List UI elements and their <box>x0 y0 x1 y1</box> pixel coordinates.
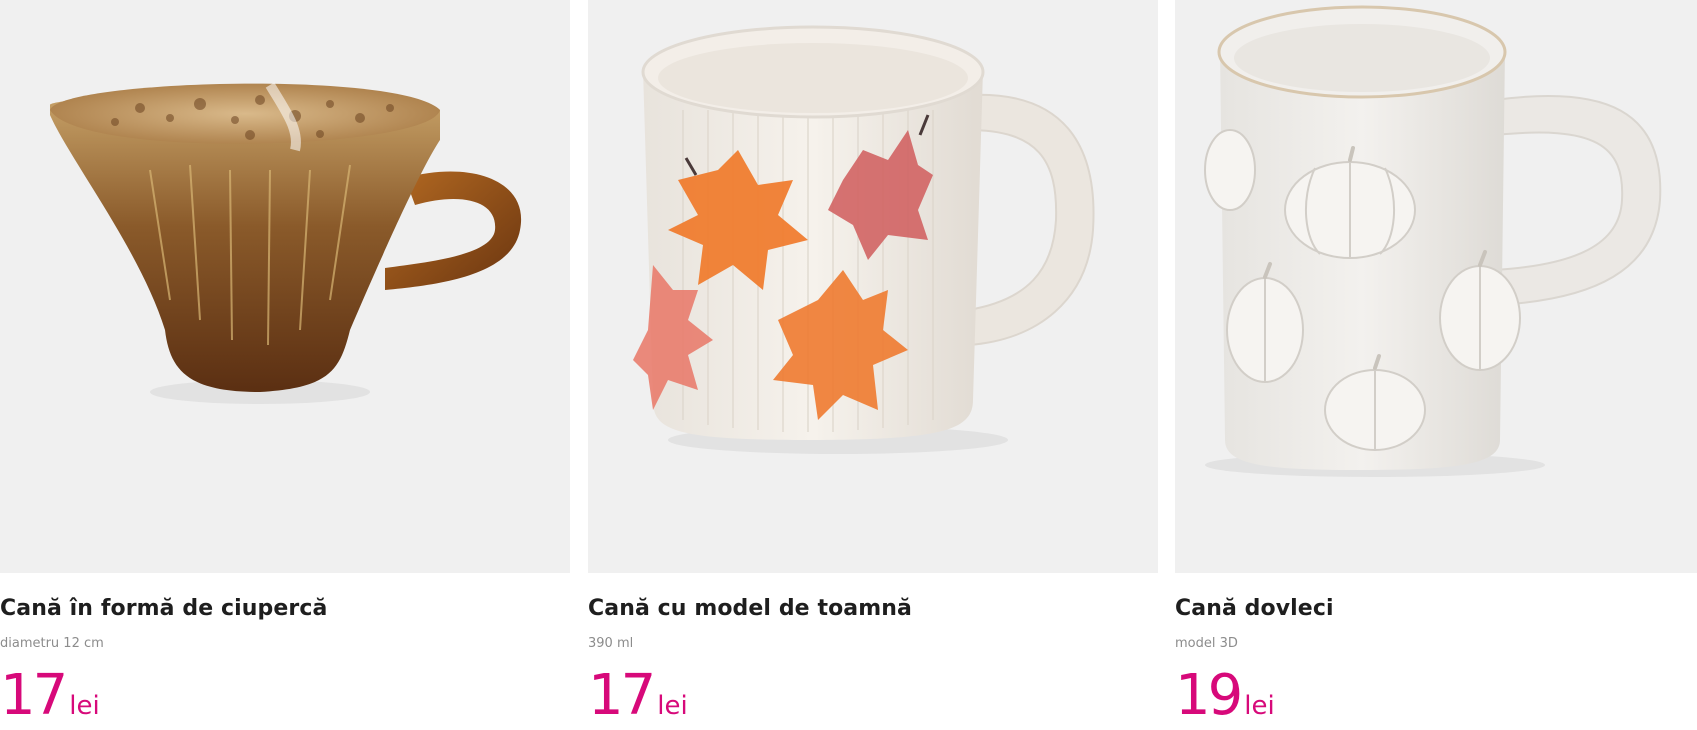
product-card-pumpkin-mug[interactable]: Cană dovleci model 3D 19 lei <box>1175 0 1697 730</box>
product-subtitle: model 3D <box>1175 636 1238 651</box>
product-price: 17 lei <box>0 668 100 724</box>
product-title[interactable]: Cană dovleci <box>1175 596 1334 621</box>
product-subtitle: 390 ml <box>588 636 634 651</box>
price-currency: lei <box>69 691 100 721</box>
product-image[interactable] <box>0 0 570 573</box>
product-subtitle: diametru 12 cm <box>0 636 104 651</box>
price-currency: lei <box>657 691 688 721</box>
product-price: 19 lei <box>1175 668 1275 724</box>
price-amount: 19 <box>1175 663 1243 728</box>
price-amount: 17 <box>588 663 656 728</box>
price-currency: lei <box>1244 691 1275 721</box>
product-price: 17 lei <box>588 668 688 724</box>
product-card-mushroom-mug[interactable]: Cană în formă de ciupercă diametru 12 cm… <box>0 0 570 730</box>
product-card-autumn-mug[interactable]: Cană cu model de toamnă 390 ml 17 lei <box>588 0 1158 730</box>
pumpkin-mug-illustration <box>1204 5 1662 477</box>
product-image[interactable] <box>588 0 1158 573</box>
product-image[interactable] <box>1175 0 1697 573</box>
product-title[interactable]: Cană cu model de toamnă <box>588 596 912 621</box>
price-amount: 17 <box>0 663 68 728</box>
autumn-leaves-mug-illustration <box>633 25 1095 454</box>
product-title[interactable]: Cană în formă de ciupercă <box>0 596 327 621</box>
mushroom-mug-illustration <box>50 82 522 404</box>
product-grid: Cană în formă de ciupercă diametru 12 cm… <box>0 0 1697 730</box>
